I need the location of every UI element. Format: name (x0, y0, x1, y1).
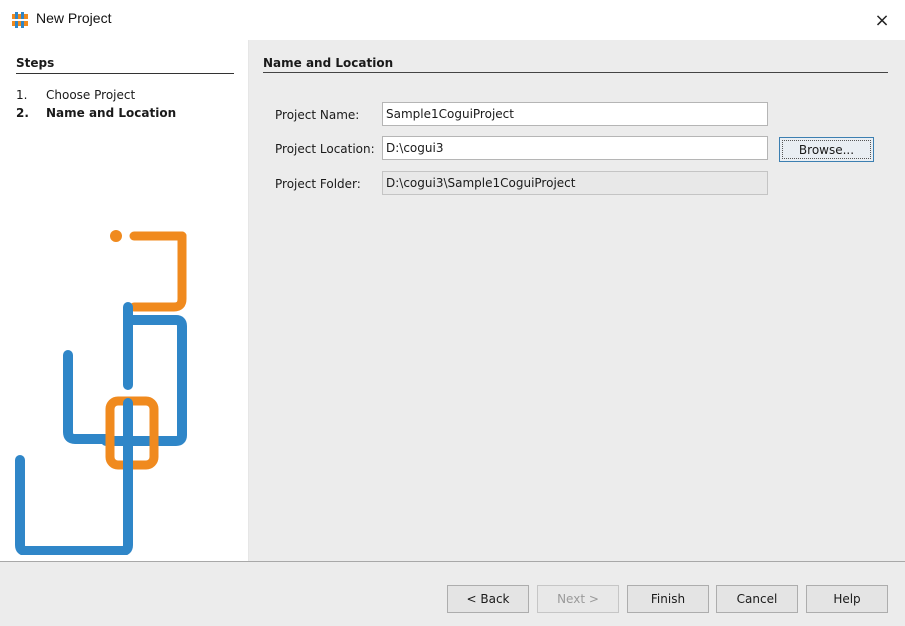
close-button[interactable]: × (859, 0, 905, 40)
step-item-choose-project: 1. Choose Project (16, 88, 135, 102)
next-button[interactable]: Next > (537, 585, 619, 613)
steps-panel: Steps 1. Choose Project 2. Name and Locati… (0, 40, 249, 561)
title-bar: New Project × (0, 0, 905, 40)
project-name-label: Project Name: (275, 108, 360, 122)
app-icon (12, 12, 28, 28)
cogui-logo (15, 230, 187, 555)
section-title: Name and Location (263, 56, 394, 70)
project-location-label: Project Location: (275, 142, 375, 156)
close-icon: × (874, 9, 890, 31)
window-title: New Project (36, 10, 112, 26)
project-folder-label: Project Folder: (275, 177, 361, 191)
help-button[interactable]: Help (806, 585, 888, 613)
project-folder-field (382, 171, 768, 195)
project-name-input[interactable] (382, 102, 768, 126)
finish-button[interactable]: Finish (627, 585, 709, 613)
step-label: Choose Project (46, 88, 136, 102)
step-item-name-location: 2. Name and Location (16, 106, 176, 120)
steps-title: Steps (16, 56, 55, 70)
back-button[interactable]: < Back (447, 585, 529, 613)
step-label: Name and Location (46, 106, 177, 120)
content-panel: Name and Location Project Name: Project … (249, 40, 905, 561)
browse-button[interactable]: Browse... (779, 137, 874, 162)
project-location-input[interactable] (382, 136, 768, 160)
cancel-button[interactable]: Cancel (716, 585, 798, 613)
steps-divider (16, 73, 234, 74)
section-divider (263, 72, 888, 73)
step-number: 2. (16, 106, 29, 120)
step-number: 1. (16, 88, 28, 102)
button-bar: < Back Next > Finish Cancel Help (0, 562, 905, 626)
